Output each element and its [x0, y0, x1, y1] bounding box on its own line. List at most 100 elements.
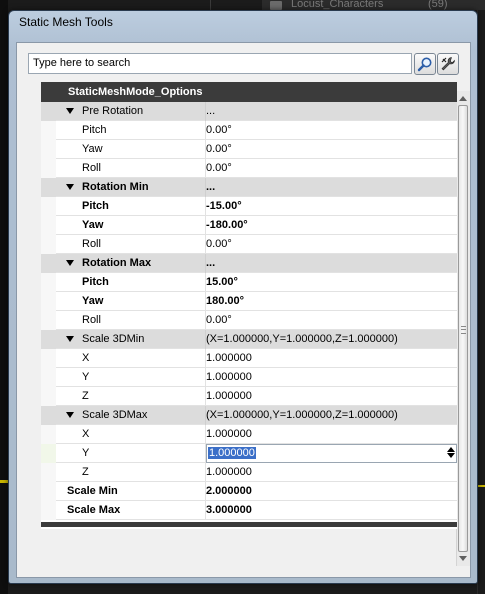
property-row[interactable]: Roll 0.00° [41, 159, 457, 178]
property-value[interactable]: 15.00° [206, 276, 238, 288]
wrench-icon [441, 57, 455, 71]
property-row[interactable]: Pitch -15.00° [41, 197, 457, 216]
property-row[interactable]: Yaw 180.00° [41, 292, 457, 311]
row-gutter [41, 197, 56, 216]
property-name: Pitch [82, 124, 107, 136]
expand-triangle-icon[interactable] [66, 412, 74, 418]
property-row[interactable]: Y 1.000000 [41, 444, 457, 463]
property-row[interactable]: Scale Max 3.000000 [41, 501, 457, 520]
options-button[interactable] [437, 53, 459, 75]
row-gutter [41, 235, 56, 254]
property-value[interactable]: (X=1.000000,Y=1.000000,Z=1.000000) [206, 409, 398, 421]
property-value[interactable]: 0.00° [206, 124, 232, 136]
property-value[interactable]: 1.000000 [206, 428, 252, 440]
property-name: Scale 3DMin [82, 333, 145, 345]
property-category-row[interactable]: Scale 3DMax (X=1.000000,Y=1.000000,Z=1.00… [41, 406, 457, 425]
scroll-down-arrow-icon[interactable] [459, 556, 467, 561]
property-value-editor[interactable]: 1.000000 [206, 444, 457, 463]
background-yellow-line [477, 485, 485, 487]
property-row[interactable]: Roll 0.00° [41, 235, 457, 254]
row-gutter [41, 216, 56, 235]
property-value[interactable]: 1.000000 [206, 390, 252, 402]
search-input[interactable]: Type here to search [28, 53, 412, 74]
expand-triangle-icon[interactable] [66, 184, 74, 190]
property-name: Y [82, 447, 90, 459]
background-folder-count: (59) [428, 0, 448, 10]
row-gutter [41, 349, 56, 368]
property-row[interactable]: Pitch 0.00° [41, 121, 457, 140]
options-header-label: StaticMeshMode_Options [68, 86, 203, 98]
row-gutter [41, 311, 56, 330]
row-gutter [41, 501, 56, 520]
property-row[interactable]: Pitch 15.00° [41, 273, 457, 292]
magnifier-icon [417, 57, 432, 72]
property-name: Pitch [82, 276, 109, 288]
property-value[interactable]: 180.00° [206, 295, 244, 307]
property-name: Scale 3DMax [82, 409, 148, 421]
property-name: Roll [82, 314, 101, 326]
property-value[interactable]: -180.00° [206, 219, 248, 231]
property-name: Yaw [82, 295, 104, 307]
property-value[interactable]: 0.00° [206, 314, 232, 326]
property-value[interactable]: 0.00° [206, 162, 232, 174]
row-gutter [41, 444, 56, 463]
spinner-icon[interactable] [447, 446, 455, 461]
row-gutter [41, 368, 56, 387]
search-button[interactable] [414, 53, 436, 75]
property-row[interactable]: Y 1.000000 [41, 368, 457, 387]
expand-triangle-icon[interactable] [66, 260, 74, 266]
background-folder-label: Locust_Characters [291, 0, 384, 10]
property-value[interactable]: ... [206, 257, 215, 269]
window-title: Static Mesh Tools [19, 15, 113, 29]
row-gutter [41, 102, 56, 121]
property-row[interactable]: Yaw 0.00° [41, 140, 457, 159]
property-name: X [82, 352, 90, 364]
property-category-row[interactable]: Scale 3DMin (X=1.000000,Y=1.000000,Z=1.00… [41, 330, 457, 349]
property-row[interactable]: Z 1.000000 [41, 387, 457, 406]
property-value[interactable]: ... [206, 105, 215, 117]
property-row[interactable]: Scale Min 2.000000 [41, 482, 457, 501]
property-category-row[interactable]: Rotation Max... [41, 254, 457, 273]
property-value[interactable]: (X=1.000000,Y=1.000000,Z=1.000000) [206, 333, 398, 345]
expand-triangle-icon[interactable] [66, 108, 74, 114]
scroll-up-arrow-icon[interactable] [459, 96, 467, 101]
row-gutter [41, 330, 56, 349]
row-gutter [41, 463, 56, 482]
property-row[interactable]: Yaw -180.00° [41, 216, 457, 235]
property-name: Rotation Min [82, 181, 149, 193]
property-value[interactable]: 3.000000 [206, 504, 252, 516]
property-name: X [82, 428, 90, 440]
selected-value-text[interactable]: 1.000000 [208, 447, 256, 459]
property-value[interactable]: ... [206, 181, 215, 193]
row-gutter [41, 178, 56, 197]
property-row[interactable]: Z 1.000000 [41, 463, 457, 482]
property-grid-header[interactable]: StaticMeshMode_Options [41, 82, 457, 102]
background-yellow-line [0, 480, 8, 483]
property-row[interactable]: X 1.000000 [41, 425, 457, 444]
row-gutter [41, 406, 56, 425]
property-value[interactable]: 2.000000 [206, 485, 252, 497]
row-gutter [41, 273, 56, 292]
property-name: Scale Min [67, 485, 118, 497]
row-gutter [41, 387, 56, 406]
property-value[interactable]: 1.000000 [206, 352, 252, 364]
vertical-scrollbar[interactable] [456, 91, 470, 566]
property-row[interactable]: X 1.000000 [41, 349, 457, 368]
property-name: Pre Rotation [82, 105, 144, 117]
property-value[interactable]: -15.00° [206, 200, 242, 212]
property-value[interactable]: 0.00° [206, 238, 232, 250]
property-name: Scale Max [67, 504, 121, 516]
expand-triangle-icon[interactable] [66, 336, 74, 342]
property-category-row[interactable]: Rotation Min... [41, 178, 457, 197]
property-value[interactable]: 0.00° [206, 143, 232, 155]
property-category-row[interactable]: Pre Rotation... [41, 102, 457, 121]
property-row[interactable]: Roll 0.00° [41, 311, 457, 330]
property-grid-bottom-bar [41, 522, 457, 527]
scroll-thumb[interactable] [458, 105, 468, 552]
property-value[interactable]: 1.000000 [206, 466, 252, 478]
background-left-panel [0, 0, 8, 594]
property-value[interactable]: 1.000000 [206, 371, 252, 383]
row-gutter [41, 425, 56, 444]
property-name: Z [82, 466, 89, 478]
folder-icon [270, 1, 282, 10]
